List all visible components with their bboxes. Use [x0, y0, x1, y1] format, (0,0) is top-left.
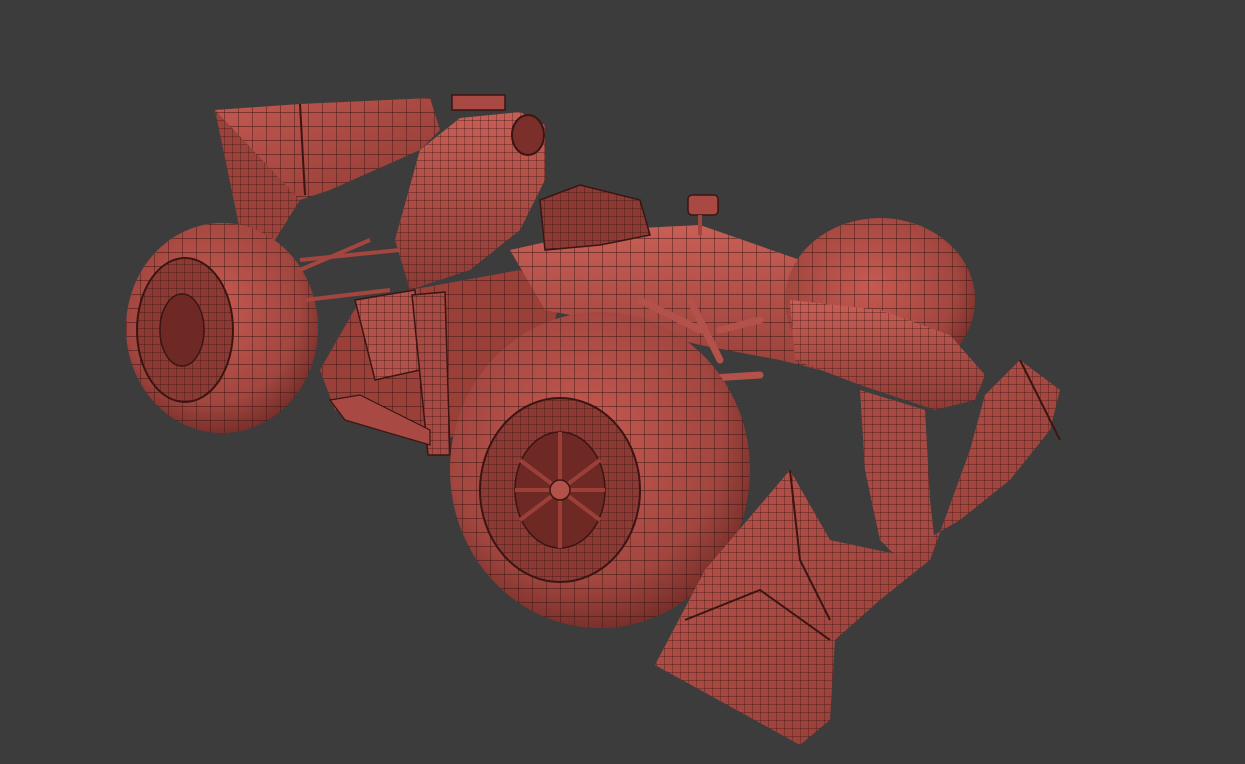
3d-viewport[interactable]: [0, 0, 1245, 764]
rear-left-tire: [126, 223, 318, 433]
car-model-render: [126, 94, 1061, 745]
rear-suspension: [299, 238, 401, 302]
